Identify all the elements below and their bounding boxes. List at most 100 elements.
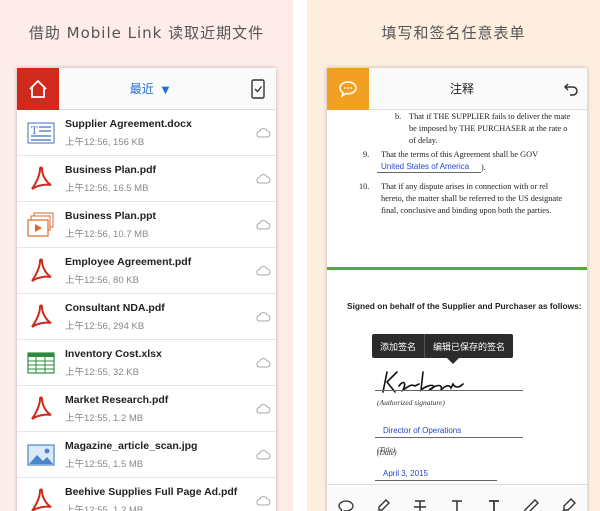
pen-tool-button[interactable]: [518, 494, 544, 511]
field-underline: [377, 172, 481, 173]
pdf-icon: [17, 386, 65, 432]
file-name: Supplier Agreement.docx: [65, 117, 192, 130]
title-line: [375, 437, 523, 438]
list-item[interactable]: Consultant NDA.pdf 上午12:56, 294 KB: [17, 294, 276, 340]
mobile-link-button[interactable]: [240, 68, 276, 110]
file-name: Magazine_article_scan.jpg: [65, 439, 198, 452]
underline-tool-button[interactable]: [444, 494, 470, 511]
doc-text: final, conclusive and binding upon both …: [381, 206, 552, 215]
doc-text: hereto, the matter shall be referred to …: [381, 194, 563, 203]
cloud-icon[interactable]: [250, 219, 276, 230]
pen-icon: [524, 498, 540, 511]
popup-pointer: [447, 358, 459, 364]
right-panel: 填写和签名任意表单 注释 b. That if THE SUPPLIER fai…: [307, 0, 600, 511]
authorized-signature-label: (Authorized signature): [377, 398, 445, 407]
highlighter-icon: [377, 498, 390, 511]
panel-divider: [293, 0, 307, 511]
file-name: Market Research.pdf: [65, 393, 169, 406]
list-item[interactable]: Market Research.pdf 上午12:55, 1.2 MB: [17, 386, 276, 432]
left-panel: 借助 Mobile Link 读取近期文件 最近 ▼ T Supplier Ag…: [0, 0, 293, 511]
file-meta: 上午12:56, 80 KB: [65, 274, 139, 286]
governing-law-field[interactable]: United States of America: [381, 162, 469, 171]
cloud-icon[interactable]: [250, 265, 276, 276]
file-name: Business Plan.ppt: [65, 209, 157, 222]
doc-text: That if any dispute arises in connection…: [381, 182, 549, 191]
file-browser-screen: 最近 ▼ T Supplier Agreement.docx 上午12:56, …: [17, 67, 276, 511]
section-divider: [327, 267, 587, 270]
highlighter-tool-button[interactable]: [370, 494, 396, 511]
date-line: [375, 480, 497, 481]
list-item[interactable]: Inventory Cost.xlsx 上午12:55, 32 KB: [17, 340, 276, 386]
file-meta: 上午12:55, 1.5 MB: [65, 458, 144, 470]
svg-text:T: T: [31, 126, 38, 137]
file-name: Business Plan.pdf: [65, 163, 157, 176]
list-item[interactable]: Beehive Supplies Full Page Ad.pdf 上午12:5…: [17, 478, 276, 511]
handwritten-signature[interactable]: [379, 368, 469, 396]
recent-dropdown[interactable]: 最近 ▼: [59, 80, 240, 97]
strikethrough-tool-button[interactable]: [407, 494, 433, 511]
right-caption: 填写和签名任意表单: [381, 24, 526, 42]
spreadsheet-icon: [17, 340, 65, 386]
comment-bubble-icon: [339, 80, 357, 98]
annotation-screen: 注释 b. That if THE SUPPLIER fails to deli…: [327, 67, 587, 511]
doc-text: That if THE SUPPLIER fails to deliver th…: [409, 112, 571, 121]
text-tool-button[interactable]: [481, 494, 507, 511]
file-name: Beehive Supplies Full Page Ad.pdf: [65, 485, 238, 498]
list-item[interactable]: Business Plan.ppt 上午12:56, 10.7 MB: [17, 202, 276, 248]
signature-line: [375, 390, 523, 391]
file-meta: 上午12:55, 1.2 MB: [65, 504, 144, 511]
device-check-icon: [251, 78, 265, 99]
file-meta: 上午12:56, 156 KB: [65, 136, 145, 148]
file-list: T Supplier Agreement.docx 上午12:56, 156 K…: [17, 110, 276, 511]
pdf-icon: [17, 248, 65, 294]
comment-tool-button[interactable]: [333, 494, 359, 511]
annotation-toolbar: [327, 484, 587, 511]
cloud-icon[interactable]: [250, 173, 276, 184]
cloud-icon[interactable]: [250, 403, 276, 414]
undo-icon: [563, 82, 578, 96]
file-meta: 上午12:56, 10.7 MB: [65, 228, 149, 240]
list-item[interactable]: Magazine_article_scan.jpg 上午12:55, 1.5 M…: [17, 432, 276, 478]
underline-icon: [451, 499, 462, 511]
left-caption: 借助 Mobile Link 读取近期文件: [28, 24, 265, 42]
annotation-title: 注释: [449, 82, 474, 96]
sign-tool-button[interactable]: [555, 494, 581, 511]
document-view: b. That if THE SUPPLIER fails to deliver…: [327, 110, 587, 484]
signature-popup-menu: 添加签名 编辑已保存的签名: [372, 334, 514, 358]
doc-text: That the terms of this Agreement shall b…: [381, 150, 539, 159]
cloud-icon[interactable]: [250, 357, 276, 368]
home-button[interactable]: [17, 67, 59, 110]
text-icon: [489, 499, 500, 511]
pdf-icon: [17, 294, 65, 340]
title-field[interactable]: Director of Operations: [383, 426, 461, 435]
signature-heading: Signed on behalf of the Supplier and Pur…: [347, 301, 582, 311]
doc-text: of delay.: [409, 136, 438, 145]
file-meta: 上午12:55, 32 KB: [65, 366, 139, 378]
item-marker: 10.: [359, 182, 370, 191]
edit-saved-signature-menu-item[interactable]: 编辑已保存的签名: [425, 340, 513, 353]
home-icon: [29, 79, 47, 98]
file-meta: 上午12:56, 16.5 MB: [65, 182, 149, 194]
file-meta: 上午12:56, 294 KB: [65, 320, 145, 332]
list-item[interactable]: Business Plan.pdf 上午12:56, 16.5 MB: [17, 156, 276, 202]
undo-button[interactable]: [555, 68, 587, 110]
comment-button[interactable]: [327, 67, 369, 110]
annotation-header: 注释: [327, 67, 587, 110]
cloud-icon[interactable]: [250, 311, 276, 322]
add-signature-menu-item[interactable]: 添加签名: [372, 340, 424, 353]
list-item[interactable]: T Supplier Agreement.docx 上午12:56, 156 K…: [17, 110, 276, 156]
item-marker: b.: [395, 112, 402, 121]
file-name: Employee Agreement.pdf: [65, 255, 192, 268]
file-name: Consultant NDA.pdf: [65, 301, 165, 314]
file-name: Inventory Cost.xlsx: [65, 347, 162, 360]
cloud-icon[interactable]: [250, 495, 276, 506]
image-icon: [17, 432, 65, 478]
file-meta: 上午12:55, 1.2 MB: [65, 412, 144, 424]
pdf-icon: [17, 156, 65, 202]
word-doc-icon: T: [17, 110, 65, 156]
chevron-down-icon: ▼: [161, 85, 170, 96]
date-field[interactable]: April 3, 2015: [383, 469, 428, 478]
cloud-icon[interactable]: [250, 449, 276, 460]
cloud-icon[interactable]: [250, 127, 276, 138]
list-item[interactable]: Employee Agreement.pdf 上午12:56, 80 KB: [17, 248, 276, 294]
